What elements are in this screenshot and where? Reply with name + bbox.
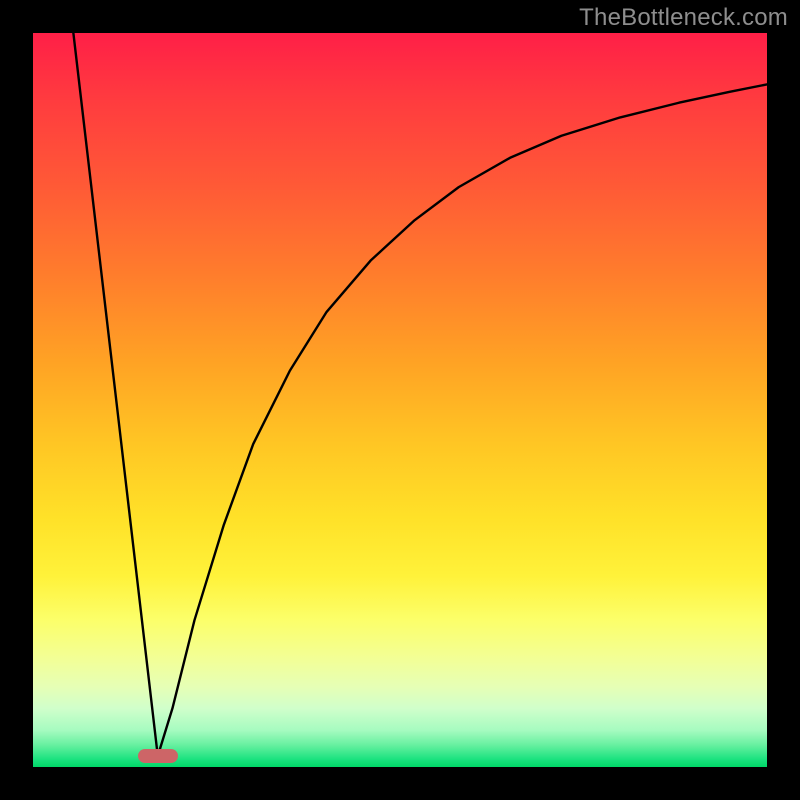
optimal-marker: [138, 749, 178, 763]
bottleneck-curve: [73, 33, 767, 756]
chart-frame: TheBottleneck.com: [0, 0, 800, 800]
curve-layer: [33, 33, 767, 767]
plot-area: [33, 33, 767, 767]
watermark-text: TheBottleneck.com: [579, 4, 788, 32]
